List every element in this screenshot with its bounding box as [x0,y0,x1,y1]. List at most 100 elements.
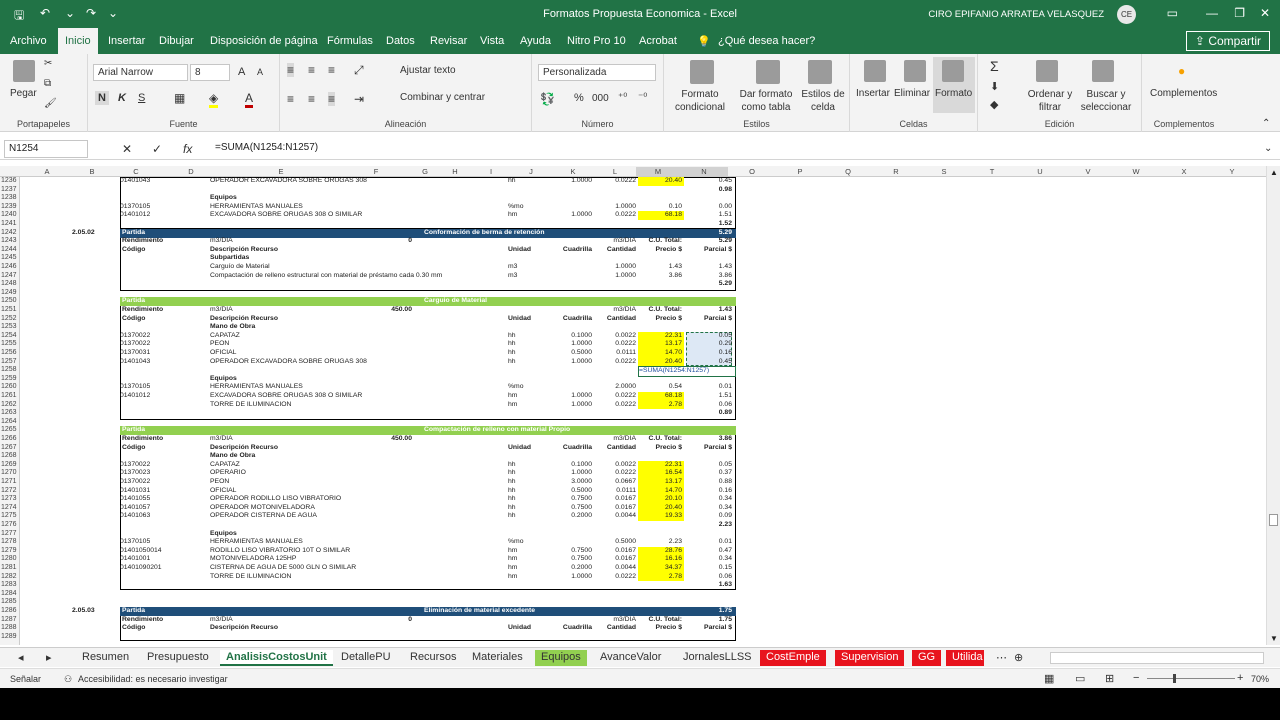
row-header[interactable]: 1260 [1,383,17,392]
merge-center-button[interactable]: Combinar y centrar [400,92,485,103]
row-header[interactable]: 1243 [1,237,17,246]
performance-value[interactable]: 0 [320,237,412,246]
font-size-select[interactable]: 8 [190,64,230,81]
wrap-text-button[interactable]: Ajustar texto [400,65,456,76]
scroll-up-icon[interactable]: ▲ [1270,168,1278,177]
resource-partial[interactable]: 0.37 [684,469,732,478]
accessibility-icon[interactable]: ⚇ [64,674,72,685]
resource-qty[interactable]: 0.0022 [592,461,636,470]
resource-qty[interactable]: 0.0222 [592,401,636,410]
resource-price[interactable]: 20.40 [638,358,682,367]
resource-crew[interactable]: 1.0000 [550,573,592,582]
row-header[interactable]: 1267 [1,444,17,453]
column-header-j[interactable]: J [510,167,552,176]
paste-button[interactable]: Pegar [10,88,37,99]
zoom-slider[interactable] [1147,678,1235,679]
section-label[interactable]: Subpartidas [210,254,249,263]
performance-label[interactable]: Rendimiento [122,435,163,444]
resource-unit[interactable]: hm [508,392,517,401]
decrease-decimal-icon[interactable]: ⁻⁰ [638,92,647,103]
row-header[interactable]: 1245 [1,254,17,263]
resource-qty[interactable]: 0.0222 [592,211,636,220]
header-qty[interactable]: Cantidad [592,246,636,255]
header-qty[interactable]: Cantidad [592,444,636,453]
row-header[interactable]: 1253 [1,323,17,332]
resource-qty[interactable]: 0.0667 [592,478,636,487]
insert-cells-button[interactable]: Insertar [856,88,890,99]
paste-icon[interactable] [13,60,35,82]
column-header-s[interactable]: S [920,167,968,176]
section-label[interactable]: Equipos [210,194,237,203]
tab-revisar[interactable]: Revisar [430,35,467,47]
header-desc[interactable]: Descripción Recurso [210,315,278,324]
resource-partial[interactable]: 0.01 [684,383,732,392]
resource-price[interactable]: 20.10 [638,495,682,504]
row-header[interactable]: 1288 [1,624,17,633]
sheet-tab-materiales[interactable]: Materiales [466,650,529,666]
resource-price[interactable]: 34.37 [638,564,682,573]
format-table-button[interactable]: Dar formato como tabla [732,88,800,114]
resource-crew[interactable]: 1.0000 [550,340,592,349]
resource-qty[interactable]: 0.0044 [592,512,636,521]
resource-partial[interactable]: 0.45 [684,358,732,367]
resource-price[interactable]: 19.33 [638,512,682,521]
resource-price[interactable]: 16.54 [638,469,682,478]
unit-label[interactable]: m3/DIA [592,435,636,444]
partida-total[interactable]: 5.29 [684,229,732,238]
header-price[interactable]: Precio $ [638,624,682,633]
header-price[interactable]: Precio $ [638,315,682,324]
resource-partial[interactable]: 0.34 [684,504,732,513]
resource-unit[interactable]: hh [508,487,516,496]
align-top-icon[interactable]: ≡ [287,63,295,77]
partida-total[interactable]: 1.75 [684,607,732,616]
orientation-icon[interactable]: ⤢ [354,63,364,78]
resource-unit[interactable]: hh [508,332,516,341]
enter-icon[interactable]: ✓ [152,142,162,156]
resource-crew[interactable]: 1.0000 [550,401,592,410]
resource-crew[interactable]: 0.5000 [550,349,592,358]
row-header[interactable]: 1262 [1,401,17,410]
resource-qty[interactable]: 0.0167 [592,547,636,556]
unit-cost-label[interactable]: C.U. Total: [638,237,682,246]
header-partial[interactable]: Parcial $ [684,315,732,324]
clear-icon[interactable]: ◆ [990,98,998,111]
row-header[interactable]: 1238 [1,194,17,203]
header-desc[interactable]: Descripción Recurso [210,444,278,453]
resource-code[interactable]: 01401012 [120,392,150,401]
resource-code[interactable]: 01370022 [120,340,150,349]
row-header[interactable]: 1264 [1,418,17,427]
column-header-g[interactable]: G [412,167,438,176]
header-crew[interactable]: Cuadrilla [550,315,592,324]
row-header[interactable]: 1282 [1,573,17,582]
fill-color-icon[interactable]: ◈ [209,91,219,108]
header-partial[interactable]: Parcial $ [684,624,732,633]
resource-qty[interactable]: 0.0222 [592,358,636,367]
format-cells-button[interactable]: Formato [935,88,972,99]
sheet-tab-avancevalor[interactable]: AvanceValor [594,650,667,666]
fill-icon[interactable]: ⬇ [990,80,999,93]
performance-label[interactable]: Rendimiento [122,616,163,625]
resource-desc[interactable]: HERRAMIENTAS MANUALES [210,203,303,212]
header-unit[interactable]: Unidad [508,444,531,453]
vertical-scrollbar[interactable]: ▲ ▼ [1266,166,1280,645]
tab-ayuda[interactable]: Ayuda [520,35,551,47]
sheet-tab-equipos[interactable]: Equipos [535,650,587,666]
row-header[interactable]: 1255 [1,340,17,349]
resource-code[interactable]: 01370105 [120,538,150,547]
resource-partial[interactable]: 0.15 [684,564,732,573]
accessibility-status[interactable]: Accesibilidad: es necesario investigar [78,674,228,684]
sheet-tab-costemple[interactable]: CostEmple [760,650,826,666]
row-header[interactable]: 1266 [1,435,17,444]
resource-qty[interactable]: 0.0167 [592,504,636,513]
resource-unit[interactable]: %mo [508,203,524,212]
tab-archivo[interactable]: Archivo [10,35,47,47]
row-header[interactable]: 1286 [1,607,17,616]
column-header-q[interactable]: Q [824,167,872,176]
column-header-n[interactable]: N [680,167,728,176]
header-qty[interactable]: Cantidad [592,315,636,324]
italic-button[interactable]: K [118,92,126,104]
header-code[interactable]: Código [122,315,145,324]
resource-price[interactable]: 13.17 [638,340,682,349]
resource-price[interactable]: 1.43 [638,263,682,272]
subtotal[interactable]: 5.29 [684,280,732,289]
